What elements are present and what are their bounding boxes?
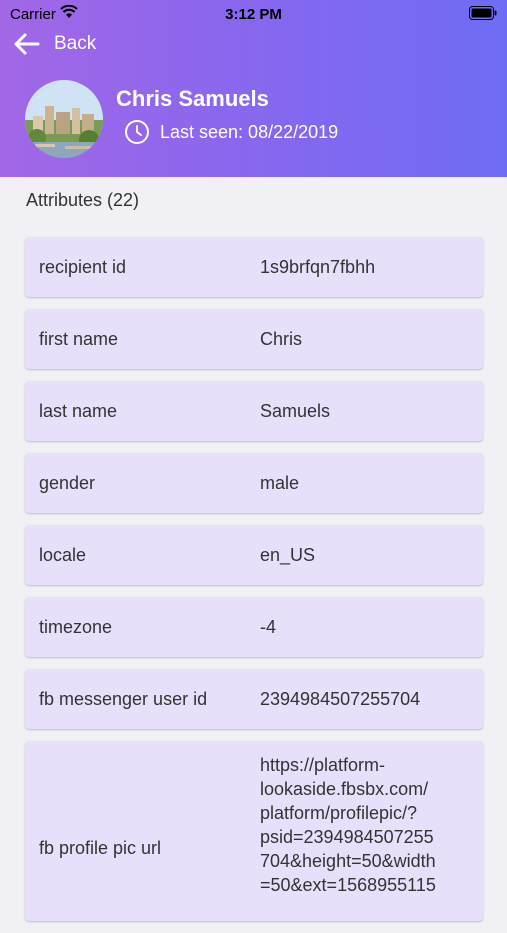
attribute-row[interactable]: fb messenger user id 2394984507255704 <box>25 669 483 729</box>
attribute-value: 2394984507255704 <box>260 689 421 709</box>
last-seen: Last seen: 08/22/2019 <box>124 119 338 145</box>
attribute-key: fb profile pic url <box>39 838 162 858</box>
attribute-value: 1s9brfqn7fbhh <box>260 257 376 277</box>
attribute-value: https://platform- lookaside.fbsbx.com/ p… <box>260 753 470 897</box>
attribute-key: fb messenger user id <box>39 688 208 709</box>
attribute-value: male <box>260 473 300 493</box>
attribute-value: Samuels <box>260 401 331 421</box>
attribute-key: gender <box>39 472 96 493</box>
url-line: 704&height=50&width <box>260 851 436 871</box>
attribute-list: recipient id 1s9brfqn7fbhh first name Ch… <box>25 237 483 933</box>
attribute-key: last name <box>39 400 118 421</box>
status-time: 3:12 PM <box>225 6 282 23</box>
url-line: psid=2394984507255 <box>260 827 434 847</box>
attribute-row[interactable]: last name Samuels <box>25 381 483 441</box>
attribute-row[interactable]: locale en_US <box>25 525 483 585</box>
attribute-row[interactable]: timezone -4 <box>25 597 483 657</box>
profile-header: Carrier 3:12 PM Back Chris Samuels Last … <box>0 0 507 177</box>
attributes-title: Attributes (22) <box>26 190 140 210</box>
avatar <box>25 80 103 158</box>
clock-icon <box>125 120 149 144</box>
back-label: Back <box>54 33 97 54</box>
attribute-key: timezone <box>39 616 113 637</box>
battery-icon <box>469 6 497 20</box>
attribute-value: en_US <box>260 545 316 565</box>
url-line: https://platform- <box>260 755 386 775</box>
status-bar: Carrier 3:12 PM <box>0 0 507 28</box>
last-seen-text: Last seen: 08/22/2019 <box>160 121 339 142</box>
avatar-image <box>25 80 103 158</box>
attribute-value: -4 <box>260 617 277 637</box>
url-line: =50&ext=1568955115 <box>260 875 436 895</box>
attribute-row[interactable]: fb profile pic url https://platform- loo… <box>25 741 483 921</box>
attribute-key: recipient id <box>39 256 127 277</box>
attribute-value: Chris <box>260 329 303 349</box>
profile-name: Chris Samuels <box>116 86 269 111</box>
url-line: platform/profilepic/? <box>260 803 418 823</box>
attribute-row[interactable]: recipient id 1s9brfqn7fbhh <box>25 237 483 297</box>
url-line: lookaside.fbsbx.com/ <box>260 779 429 799</box>
attribute-row[interactable]: gender male <box>25 453 483 513</box>
back-button[interactable]: Back <box>12 30 96 58</box>
attribute-row[interactable]: first name Chris <box>25 309 483 369</box>
back-arrow-icon <box>14 33 40 55</box>
attribute-key: first name <box>39 328 119 349</box>
attribute-key: locale <box>39 544 87 565</box>
